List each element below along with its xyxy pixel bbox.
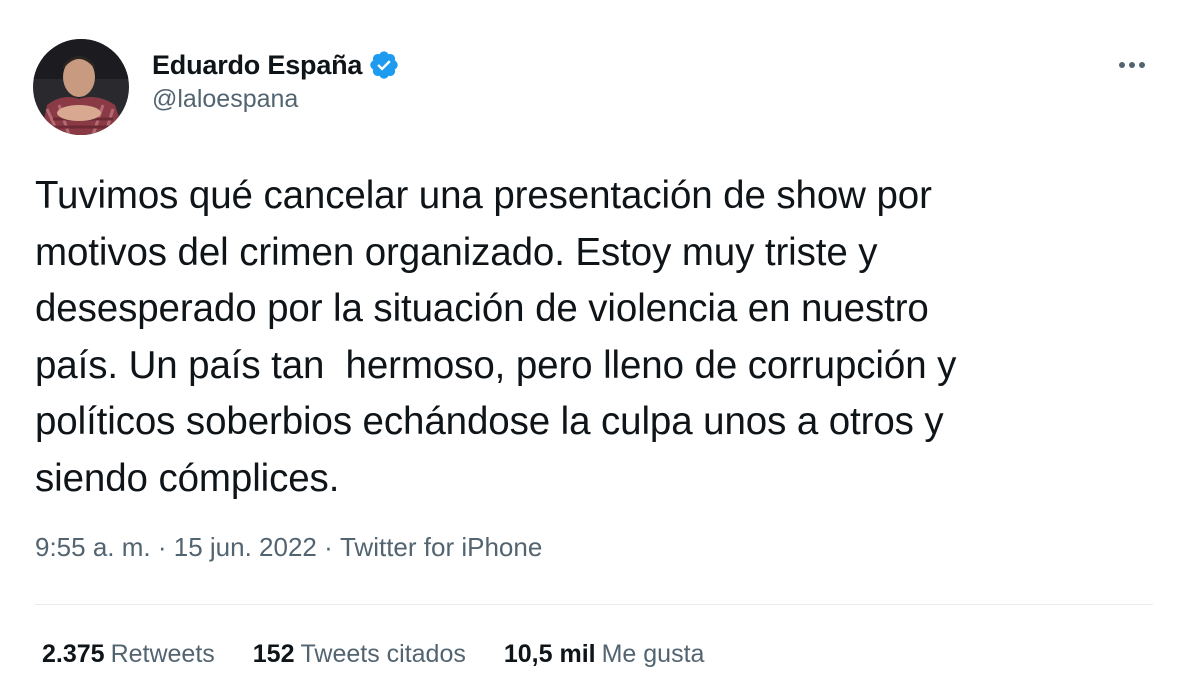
likes-label: Me gusta bbox=[601, 640, 705, 668]
avatar[interactable] bbox=[33, 39, 129, 135]
retweets-count: 2.375 bbox=[42, 640, 105, 668]
tweet-stats: 2.375 Retweets 152 Tweets citados 10,5 m… bbox=[42, 640, 742, 669]
meta-separator: · bbox=[150, 532, 174, 562]
tweet-date-link[interactable]: 15 jun. 2022 bbox=[174, 532, 317, 563]
tweet-time-link[interactable]: 9:55 a. m. bbox=[35, 532, 151, 563]
likes-count: 10,5 mil bbox=[503, 640, 596, 668]
author-handle[interactable]: @laloespana bbox=[152, 85, 400, 114]
tweet-source-link[interactable]: Twitter for iPhone bbox=[340, 532, 542, 563]
verified-badge-icon bbox=[368, 49, 400, 81]
divider bbox=[35, 604, 1153, 605]
author-name-row: Eduardo España bbox=[152, 46, 400, 84]
author-block: Eduardo España @laloespana bbox=[152, 46, 400, 114]
tweet-text: Tuvimos qué cancelar una presentación de… bbox=[35, 174, 957, 500]
likes-stat[interactable]: 10,5 mil Me gusta bbox=[504, 640, 705, 669]
more-options-button[interactable] bbox=[1108, 48, 1156, 82]
more-options-icon bbox=[1119, 62, 1145, 68]
retweets-label: Retweets bbox=[110, 640, 215, 668]
quotes-count: 152 bbox=[252, 640, 295, 668]
quotes-label: Tweets citados bbox=[300, 640, 466, 668]
tweet-meta: 9:55 a. m. · 15 jun. 2022 · Twitter for … bbox=[35, 532, 542, 563]
avatar-photo-icon bbox=[33, 39, 129, 135]
quotes-stat[interactable]: 152 Tweets citados bbox=[253, 640, 466, 669]
tweet-card: Eduardo España @laloespana Tuvimos qué c… bbox=[0, 0, 1200, 690]
author-display-name[interactable]: Eduardo España bbox=[152, 50, 362, 81]
retweets-stat[interactable]: 2.375 Retweets bbox=[42, 640, 215, 669]
meta-separator: · bbox=[316, 532, 340, 562]
